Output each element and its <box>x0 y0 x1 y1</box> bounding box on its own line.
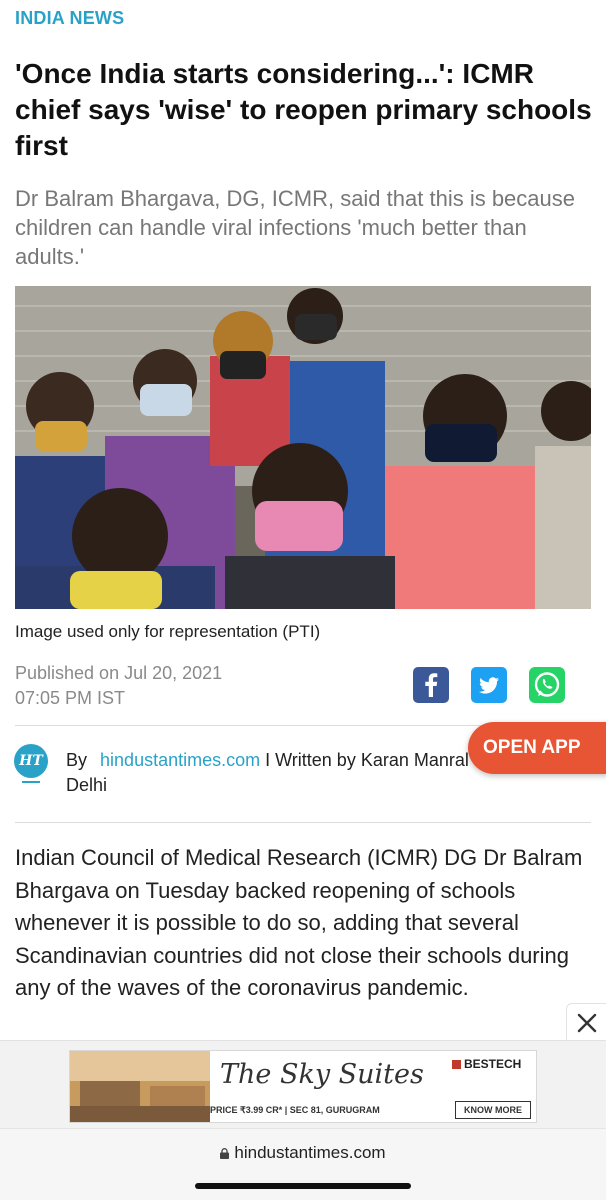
logo-underline <box>22 781 40 783</box>
publish-time: 07:05 PM IST <box>15 688 126 708</box>
open-app-button[interactable]: OPEN APP <box>468 722 606 774</box>
article-headline: 'Once India starts considering...': ICMR… <box>15 58 592 161</box>
publish-info: Published on Jul 20, 2021 07:05 PM IST <box>15 661 222 711</box>
ad-room-image <box>70 1051 210 1122</box>
ad-close-button[interactable] <box>566 1003 606 1043</box>
home-indicator[interactable] <box>195 1183 411 1189</box>
divider <box>15 822 591 823</box>
byline-prefix: By <box>66 750 88 770</box>
twitter-share-button[interactable] <box>471 667 507 703</box>
byline-city: Delhi <box>66 775 108 795</box>
facebook-icon <box>425 673 438 697</box>
twitter-icon <box>479 677 499 694</box>
ad-brand: BESTECH <box>452 1057 521 1071</box>
image-caption: Image used only for representation (PTI) <box>15 622 321 641</box>
whatsapp-share-button[interactable] <box>529 667 565 703</box>
advertisement[interactable]: The Sky Suites BESTECH PRICE ₹3.99 CR* |… <box>69 1050 537 1123</box>
facebook-share-button[interactable] <box>413 667 449 703</box>
lock-icon <box>220 1148 230 1159</box>
ad-know-more-button[interactable]: KNOW MORE <box>455 1101 531 1119</box>
ad-brand-name: BESTECH <box>464 1057 522 1071</box>
close-icon <box>577 1013 596 1033</box>
url-text: hindustantimes.com <box>234 1143 386 1162</box>
article-summary: Dr Balram Bhargava, DG, ICMR, said that … <box>15 186 575 269</box>
address-display[interactable]: hindustantimes.com <box>0 1143 606 1163</box>
article-body: Indian Council of Medical Research (ICMR… <box>15 845 583 1000</box>
article-hero-image <box>15 286 591 609</box>
section-label[interactable]: INDIA NEWS <box>15 8 124 29</box>
brand-mark-icon <box>452 1060 461 1070</box>
ad-price: PRICE ₹3.99 CR* | SEC 81, GURUGRAM <box>210 1105 380 1115</box>
ht-logo-icon: HT <box>14 744 48 778</box>
byline: By hindustantimes.com I Written by Karan… <box>66 746 476 774</box>
whatsapp-icon <box>529 667 565 703</box>
byline-author: I Written by Karan Manral <box>265 750 469 770</box>
browser-address-bar[interactable]: hindustantimes.com <box>0 1128 606 1200</box>
byline-source-link[interactable]: hindustantimes.com <box>100 750 260 770</box>
publish-date: Published on Jul 20, 2021 <box>15 663 223 683</box>
ad-title: The Sky Suites <box>220 1059 424 1090</box>
